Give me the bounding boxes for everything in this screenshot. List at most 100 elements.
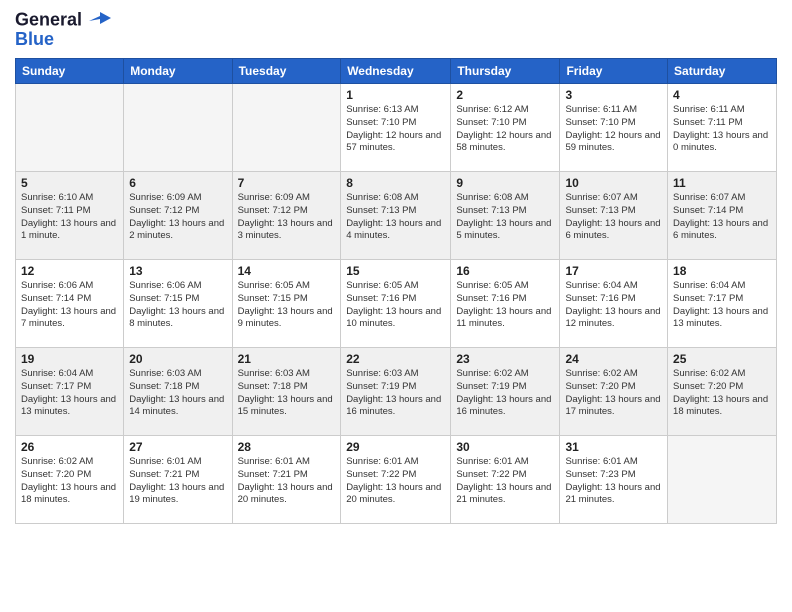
day-number: 1	[346, 88, 445, 102]
calendar-cell: 18 Sunrise: 6:04 AM Sunset: 7:17 PM Dayli…	[668, 260, 777, 348]
day-number: 10	[565, 176, 662, 190]
calendar-cell: 1 Sunrise: 6:13 AM Sunset: 7:10 PM Daylig…	[341, 84, 451, 172]
calendar-cell: 9 Sunrise: 6:08 AM Sunset: 7:13 PM Daylig…	[451, 172, 560, 260]
calendar-cell: 11Sunrise: 6:07 AM Sunset: 7:14 PM Dayli…	[668, 172, 777, 260]
calendar-cell: 24 Sunrise: 6:02 AM Sunset: 7:20 PM Dayli…	[560, 348, 668, 436]
day-info: Sunrise: 6:08 AM Sunset: 7:13 PM Dayligh…	[456, 192, 554, 243]
logo-general: General	[15, 9, 82, 29]
calendar-cell: 16 Sunrise: 6:05 AM Sunset: 7:16 PM Dayli…	[451, 260, 560, 348]
day-info: Sunrise: 6:01 AM Sunset: 7:21 PM Dayligh…	[238, 456, 336, 507]
day-info: Sunrise: 6:05 AM Sunset: 7:15 PM Dayligh…	[238, 280, 336, 331]
day-number: 7	[238, 176, 336, 190]
calendar-week-row: 26Sunrise: 6:02 AM Sunset: 7:20 PM Dayli…	[16, 436, 777, 524]
day-number: 27	[129, 440, 226, 454]
day-info: Sunrise: 6:09 AM Sunset: 7:12 PM Dayligh…	[238, 192, 336, 243]
day-info: Sunrise: 6:07 AM Sunset: 7:14 PM Dayligh…	[673, 192, 771, 243]
day-number: 25	[673, 352, 771, 366]
day-number: 17	[565, 264, 662, 278]
calendar-table: SundayMondayTuesdayWednesdayThursdayFrid…	[15, 58, 777, 524]
calendar-cell: 3 Sunrise: 6:11 AM Sunset: 7:10 PM Daylig…	[560, 84, 668, 172]
day-number: 5	[21, 176, 118, 190]
calendar-cell	[668, 436, 777, 524]
day-info: Sunrise: 6:05 AM Sunset: 7:16 PM Dayligh…	[456, 280, 554, 331]
calendar-cell: 10 Sunrise: 6:07 AM Sunset: 7:13 PM Dayli…	[560, 172, 668, 260]
calendar-week-row: 1 Sunrise: 6:13 AM Sunset: 7:10 PM Daylig…	[16, 84, 777, 172]
day-number: 15	[346, 264, 445, 278]
day-number: 22	[346, 352, 445, 366]
day-number: 20	[129, 352, 226, 366]
day-number: 2	[456, 88, 554, 102]
calendar-cell: 5 Sunrise: 6:10 AM Sunset: 7:11 PM Daylig…	[16, 172, 124, 260]
calendar-header-sunday: Sunday	[16, 59, 124, 84]
calendar-cell: 17 Sunrise: 6:04 AM Sunset: 7:16 PM Dayli…	[560, 260, 668, 348]
day-info: Sunrise: 6:13 AM Sunset: 7:10 PM Dayligh…	[346, 104, 445, 155]
day-info: Sunrise: 6:03 AM Sunset: 7:18 PM Dayligh…	[238, 368, 336, 419]
calendar-header-friday: Friday	[560, 59, 668, 84]
day-number: 9	[456, 176, 554, 190]
calendar-cell: 13 Sunrise: 6:06 AM Sunset: 7:15 PM Dayli…	[124, 260, 232, 348]
calendar-cell: 8 Sunrise: 6:08 AM Sunset: 7:13 PM Daylig…	[341, 172, 451, 260]
day-number: 28	[238, 440, 336, 454]
logo: General Blue	[15, 10, 111, 50]
day-number: 13	[129, 264, 226, 278]
calendar-cell: 14 Sunrise: 6:05 AM Sunset: 7:15 PM Dayli…	[232, 260, 341, 348]
logo-bird-icon	[89, 10, 111, 28]
day-number: 30	[456, 440, 554, 454]
day-number: 8	[346, 176, 445, 190]
calendar-cell: 20 Sunrise: 6:03 AM Sunset: 7:18 PM Dayli…	[124, 348, 232, 436]
calendar-header-thursday: Thursday	[451, 59, 560, 84]
calendar-cell: 15 Sunrise: 6:05 AM Sunset: 7:16 PM Dayli…	[341, 260, 451, 348]
day-info: Sunrise: 6:11 AM Sunset: 7:10 PM Dayligh…	[565, 104, 662, 155]
day-number: 18	[673, 264, 771, 278]
calendar-header-monday: Monday	[124, 59, 232, 84]
day-info: Sunrise: 6:12 AM Sunset: 7:10 PM Dayligh…	[456, 104, 554, 155]
day-info: Sunrise: 6:02 AM Sunset: 7:19 PM Dayligh…	[456, 368, 554, 419]
day-info: Sunrise: 6:04 AM Sunset: 7:16 PM Dayligh…	[565, 280, 662, 331]
day-info: Sunrise: 6:07 AM Sunset: 7:13 PM Dayligh…	[565, 192, 662, 243]
calendar-cell: 4Sunrise: 6:11 AM Sunset: 7:11 PM Daylig…	[668, 84, 777, 172]
day-number: 24	[565, 352, 662, 366]
calendar-cell: 2 Sunrise: 6:12 AM Sunset: 7:10 PM Daylig…	[451, 84, 560, 172]
logo-blue: Blue	[15, 29, 54, 50]
calendar-cell: 22 Sunrise: 6:03 AM Sunset: 7:19 PM Dayli…	[341, 348, 451, 436]
calendar-cell: 30 Sunrise: 6:01 AM Sunset: 7:22 PM Dayli…	[451, 436, 560, 524]
calendar-cell: 25Sunrise: 6:02 AM Sunset: 7:20 PM Dayli…	[668, 348, 777, 436]
day-info: Sunrise: 6:01 AM Sunset: 7:22 PM Dayligh…	[346, 456, 445, 507]
calendar-week-row: 5 Sunrise: 6:10 AM Sunset: 7:11 PM Daylig…	[16, 172, 777, 260]
day-info: Sunrise: 6:03 AM Sunset: 7:18 PM Dayligh…	[129, 368, 226, 419]
day-number: 29	[346, 440, 445, 454]
day-number: 23	[456, 352, 554, 366]
day-number: 3	[565, 88, 662, 102]
day-info: Sunrise: 6:10 AM Sunset: 7:11 PM Dayligh…	[21, 192, 118, 243]
calendar-cell: 31 Sunrise: 6:01 AM Sunset: 7:23 PM Dayli…	[560, 436, 668, 524]
calendar-header-tuesday: Tuesday	[232, 59, 341, 84]
calendar-cell: 29 Sunrise: 6:01 AM Sunset: 7:22 PM Dayli…	[341, 436, 451, 524]
calendar-cell: 21Sunrise: 6:03 AM Sunset: 7:18 PM Dayli…	[232, 348, 341, 436]
day-info: Sunrise: 6:01 AM Sunset: 7:23 PM Dayligh…	[565, 456, 662, 507]
day-number: 26	[21, 440, 118, 454]
page-container: General Blue SundayMondayTuesdayWednesda…	[0, 0, 792, 534]
calendar-header-row: SundayMondayTuesdayWednesdayThursdayFrid…	[16, 59, 777, 84]
calendar-header-wednesday: Wednesday	[341, 59, 451, 84]
day-info: Sunrise: 6:04 AM Sunset: 7:17 PM Dayligh…	[21, 368, 118, 419]
calendar-cell: 28 Sunrise: 6:01 AM Sunset: 7:21 PM Dayli…	[232, 436, 341, 524]
day-number: 16	[456, 264, 554, 278]
day-info: Sunrise: 6:11 AM Sunset: 7:11 PM Dayligh…	[673, 104, 771, 155]
day-info: Sunrise: 6:01 AM Sunset: 7:22 PM Dayligh…	[456, 456, 554, 507]
day-info: Sunrise: 6:04 AM Sunset: 7:17 PM Dayligh…	[673, 280, 771, 331]
day-number: 6	[129, 176, 226, 190]
day-info: Sunrise: 6:03 AM Sunset: 7:19 PM Dayligh…	[346, 368, 445, 419]
day-info: Sunrise: 6:06 AM Sunset: 7:14 PM Dayligh…	[21, 280, 118, 331]
calendar-cell	[232, 84, 341, 172]
day-info: Sunrise: 6:01 AM Sunset: 7:21 PM Dayligh…	[129, 456, 226, 507]
calendar-cell: 27 Sunrise: 6:01 AM Sunset: 7:21 PM Dayli…	[124, 436, 232, 524]
day-info: Sunrise: 6:06 AM Sunset: 7:15 PM Dayligh…	[129, 280, 226, 331]
day-info: Sunrise: 6:05 AM Sunset: 7:16 PM Dayligh…	[346, 280, 445, 331]
day-info: Sunrise: 6:02 AM Sunset: 7:20 PM Dayligh…	[565, 368, 662, 419]
calendar-cell: 7 Sunrise: 6:09 AM Sunset: 7:12 PM Daylig…	[232, 172, 341, 260]
day-number: 14	[238, 264, 336, 278]
day-number: 31	[565, 440, 662, 454]
calendar-cell: 19Sunrise: 6:04 AM Sunset: 7:17 PM Dayli…	[16, 348, 124, 436]
calendar-cell: 12Sunrise: 6:06 AM Sunset: 7:14 PM Dayli…	[16, 260, 124, 348]
day-info: Sunrise: 6:08 AM Sunset: 7:13 PM Dayligh…	[346, 192, 445, 243]
